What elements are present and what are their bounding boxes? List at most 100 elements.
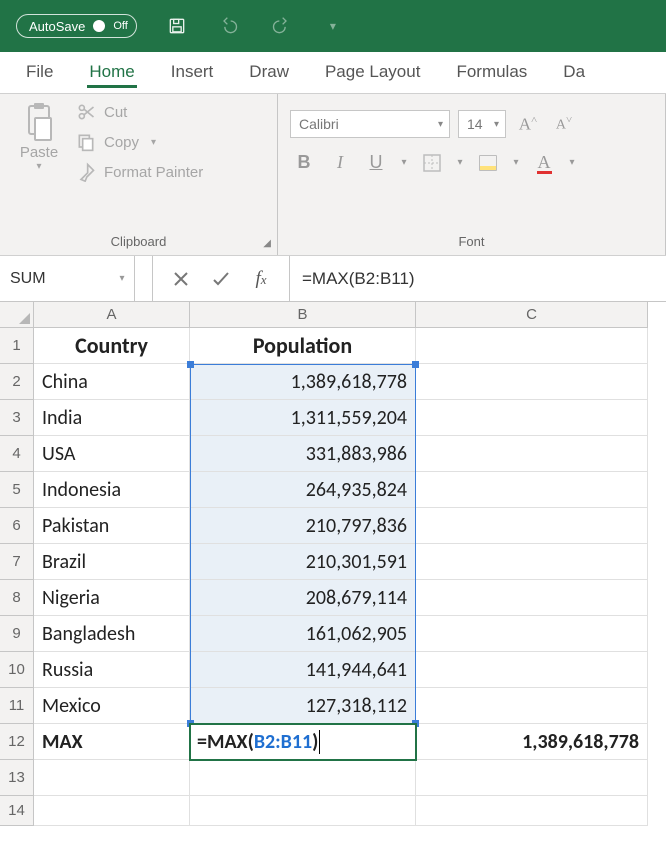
cell[interactable]: Pakistan <box>34 508 190 544</box>
format-painter-button[interactable]: Format Painter <box>76 162 203 182</box>
row-header[interactable]: 11 <box>0 688 34 724</box>
cell[interactable] <box>34 796 190 826</box>
save-icon[interactable] <box>165 14 189 38</box>
tab-home[interactable]: Home <box>73 54 150 92</box>
formula-bar-gutter <box>135 256 153 301</box>
cell[interactable]: 1,389,618,778 <box>416 724 648 760</box>
cell[interactable]: USA <box>34 436 190 472</box>
row-header[interactable]: 13 <box>0 760 34 796</box>
format-painter-label: Format Painter <box>104 164 203 181</box>
cut-button[interactable]: Cut <box>76 102 203 122</box>
row-header[interactable]: 10 <box>0 652 34 688</box>
tab-insert[interactable]: Insert <box>155 54 230 92</box>
row-header[interactable]: 14 <box>0 796 34 826</box>
cell[interactable]: 264,935,824 <box>190 472 416 508</box>
cell[interactable]: 208,679,114 <box>190 580 416 616</box>
cell[interactable] <box>416 364 648 400</box>
row-header[interactable]: 5 <box>0 472 34 508</box>
cell[interactable]: 1,389,618,778 <box>190 364 416 400</box>
row-header[interactable]: 7 <box>0 544 34 580</box>
row-header[interactable]: 12 <box>0 724 34 760</box>
cell[interactable] <box>416 436 648 472</box>
select-all-corner[interactable] <box>0 302 34 328</box>
redo-icon[interactable] <box>269 14 293 38</box>
paste-button[interactable]: Paste ▾ <box>12 102 66 182</box>
undo-icon[interactable] <box>217 14 241 38</box>
cell[interactable] <box>416 652 648 688</box>
row-header[interactable]: 8 <box>0 580 34 616</box>
chevron-down-icon[interactable]: ▾ <box>510 157 522 168</box>
row-header[interactable]: 1 <box>0 328 34 364</box>
cancel-entry-button[interactable] <box>161 256 201 301</box>
cell[interactable] <box>416 760 648 796</box>
cell[interactable]: 1,311,559,204 <box>190 400 416 436</box>
cell[interactable]: Bangladesh <box>34 616 190 652</box>
autosave-chip[interactable]: AutoSave Off <box>16 14 137 38</box>
row-header[interactable]: 9 <box>0 616 34 652</box>
chevron-down-icon[interactable]: ▾ <box>566 157 578 168</box>
cell[interactable]: 127,318,112 <box>190 688 416 724</box>
tab-file[interactable]: File <box>10 54 69 92</box>
cell[interactable]: China <box>34 364 190 400</box>
font-name-combo[interactable]: Calibri ▾ <box>290 110 450 138</box>
cell[interactable]: 161,062,905 <box>190 616 416 652</box>
cell[interactable]: 331,883,986 <box>190 436 416 472</box>
cell[interactable]: MAX <box>34 724 190 760</box>
cell[interactable] <box>416 328 648 364</box>
underline-button[interactable]: U <box>362 152 390 173</box>
cell[interactable]: Nigeria <box>34 580 190 616</box>
bold-button[interactable]: B <box>290 152 318 173</box>
tab-page-layout[interactable]: Page Layout <box>309 54 436 92</box>
cell[interactable]: 141,944,641 <box>190 652 416 688</box>
row-header[interactable]: 6 <box>0 508 34 544</box>
qat-customize-icon[interactable]: ▾ <box>321 14 345 38</box>
cells-area[interactable]: Country Population China1,389,618,778 In… <box>34 328 666 826</box>
formula-input[interactable] <box>290 256 666 301</box>
chevron-down-icon[interactable]: ▾ <box>398 157 410 168</box>
cell[interactable]: 210,797,836 <box>190 508 416 544</box>
font-color-button[interactable]: A <box>530 152 558 173</box>
copy-button[interactable]: Copy ▾ <box>76 132 203 152</box>
cell[interactable]: Russia <box>34 652 190 688</box>
chevron-down-icon[interactable]: ▾ <box>454 157 466 168</box>
column-header[interactable]: B <box>190 302 416 328</box>
decrease-font-icon[interactable]: A˅ <box>550 114 578 134</box>
cell[interactable] <box>34 760 190 796</box>
cell[interactable] <box>416 688 648 724</box>
font-size-combo[interactable]: 14 ▾ <box>458 110 506 138</box>
cell[interactable]: Brazil <box>34 544 190 580</box>
cell[interactable] <box>416 508 648 544</box>
chevron-down-icon[interactable]: ▾ <box>110 273 134 284</box>
cell[interactable] <box>416 616 648 652</box>
cell[interactable] <box>416 796 648 826</box>
active-cell-editor[interactable]: =MAX(B2:B11) <box>189 723 417 761</box>
increase-font-icon[interactable]: A˄ <box>514 114 542 135</box>
enter-entry-button[interactable] <box>201 256 241 301</box>
dialog-launcher-icon[interactable]: ◢ <box>263 238 271 249</box>
cell[interactable] <box>416 400 648 436</box>
borders-button[interactable] <box>418 154 446 172</box>
row-header[interactable]: 3 <box>0 400 34 436</box>
tab-data[interactable]: Da <box>547 54 589 92</box>
fill-color-button[interactable] <box>474 155 502 171</box>
insert-function-button[interactable]: fx <box>241 256 281 301</box>
column-header[interactable]: A <box>34 302 190 328</box>
cell[interactable]: 210,301,591 <box>190 544 416 580</box>
tab-formulas[interactable]: Formulas <box>440 54 543 92</box>
name-box[interactable] <box>0 256 110 301</box>
cell[interactable]: Mexico <box>34 688 190 724</box>
row-header[interactable]: 4 <box>0 436 34 472</box>
cell[interactable]: India <box>34 400 190 436</box>
tab-draw[interactable]: Draw <box>233 54 305 92</box>
cell[interactable]: Country <box>34 328 190 364</box>
cell[interactable] <box>190 760 416 796</box>
cell[interactable]: Indonesia <box>34 472 190 508</box>
cell[interactable] <box>416 580 648 616</box>
cell[interactable] <box>416 544 648 580</box>
cell[interactable] <box>190 796 416 826</box>
italic-button[interactable]: I <box>326 152 354 173</box>
cell[interactable]: Population <box>190 328 416 364</box>
row-header[interactable]: 2 <box>0 364 34 400</box>
cell[interactable] <box>416 472 648 508</box>
column-header[interactable]: C <box>416 302 648 328</box>
